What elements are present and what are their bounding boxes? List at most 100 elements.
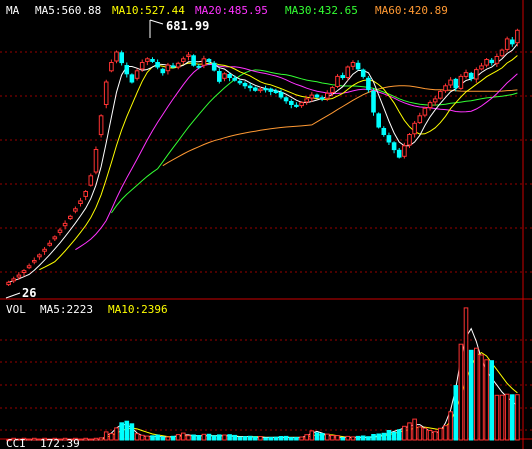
volume-bar xyxy=(134,433,140,441)
volume-bar xyxy=(448,411,453,441)
volume-bar xyxy=(83,437,89,441)
candle-body xyxy=(515,29,520,44)
volume-bar xyxy=(273,436,279,441)
candle-body xyxy=(371,90,376,113)
volume-bar xyxy=(278,436,284,441)
candle-body xyxy=(175,62,181,68)
candle-body xyxy=(170,65,176,68)
volume-bar xyxy=(325,433,330,441)
price-panel-label: MA xyxy=(6,4,20,17)
volume-bar xyxy=(438,427,443,441)
volume-bar xyxy=(129,423,135,441)
volume-bar xyxy=(93,437,99,441)
candle-body xyxy=(268,88,273,92)
candle-body xyxy=(360,69,366,77)
volume-bar xyxy=(386,430,392,441)
candle-body xyxy=(26,265,32,269)
candle-body xyxy=(186,54,191,57)
candle-body xyxy=(237,80,243,84)
volume-bar xyxy=(232,434,237,441)
volume-bar xyxy=(294,437,299,441)
volume-bar xyxy=(26,438,32,441)
volume-bar xyxy=(247,435,253,441)
chart-background xyxy=(0,0,532,449)
candle-body xyxy=(227,74,232,78)
candle-body xyxy=(355,62,361,70)
candle-body xyxy=(422,107,428,116)
volume-bar xyxy=(515,394,520,441)
volume-bar xyxy=(191,434,196,441)
candle-body xyxy=(206,59,212,62)
volume-bar xyxy=(510,394,515,441)
candle-body xyxy=(21,270,27,274)
volume-bar xyxy=(504,393,510,441)
candle-body xyxy=(150,59,155,62)
volume-bar xyxy=(196,435,202,441)
volume-bar xyxy=(253,436,258,441)
volume-bar xyxy=(124,420,130,441)
volume-bar xyxy=(283,435,289,441)
volume-bar xyxy=(443,425,448,441)
volume-bar xyxy=(494,394,500,441)
ma5-legend: MA5:560.88 xyxy=(35,4,101,17)
volume-bar xyxy=(319,433,325,441)
candle-body xyxy=(201,58,207,66)
volume-bar xyxy=(432,431,438,441)
candle-body xyxy=(299,102,304,107)
volume-bar xyxy=(175,434,181,441)
candle-body xyxy=(88,175,94,186)
candle-body xyxy=(42,248,47,252)
candle-body xyxy=(263,88,268,91)
volume-panel-label: VOL xyxy=(6,303,26,316)
candle-body xyxy=(129,74,135,83)
candle-body xyxy=(510,39,515,45)
volume-bar xyxy=(263,437,268,441)
volume-bar xyxy=(237,436,243,441)
candle-body xyxy=(11,278,16,282)
candle-body xyxy=(165,64,171,72)
volume-bar xyxy=(412,418,417,441)
candle-body xyxy=(396,149,402,158)
volume-bar xyxy=(458,343,464,441)
cci-value: 172.39 xyxy=(40,437,80,449)
volume-bar xyxy=(170,435,176,441)
volume-bar xyxy=(479,354,484,441)
volume-bar xyxy=(355,435,361,441)
candle-body xyxy=(427,102,433,108)
candle-body xyxy=(62,222,68,227)
candle-body xyxy=(489,59,494,64)
volume-bar xyxy=(227,434,232,441)
volume-bar xyxy=(391,431,397,441)
candle-body xyxy=(499,49,505,57)
volume-bar xyxy=(299,436,304,441)
volume-bar xyxy=(309,430,315,441)
volume-bar xyxy=(474,347,479,441)
volume-bar xyxy=(181,432,186,441)
volume-bar xyxy=(289,437,294,441)
stock-chart: MA MA5:560.88 MA10:527.44 MA20:485.95 MA… xyxy=(0,0,532,449)
candle-body xyxy=(350,62,356,67)
volume-bar xyxy=(376,433,381,441)
volume-bar xyxy=(145,435,150,441)
volume-bar xyxy=(160,436,166,441)
candle-body xyxy=(83,191,89,197)
candle-body xyxy=(98,115,104,136)
candle-body xyxy=(417,115,423,124)
volume-bar xyxy=(345,435,351,441)
candle-body xyxy=(391,142,397,151)
candle-body xyxy=(484,59,489,66)
volume-bar xyxy=(201,433,207,441)
volume-bar xyxy=(119,422,125,441)
candle-body xyxy=(474,69,479,80)
volume-bar xyxy=(371,434,376,441)
candle-body xyxy=(47,242,53,246)
candle-body xyxy=(381,128,387,135)
candle-body xyxy=(294,104,299,107)
volume-bar xyxy=(258,436,263,441)
low-price-label: 26 xyxy=(22,286,36,300)
candle-body xyxy=(93,149,99,173)
candle-body xyxy=(407,134,412,146)
candle-body xyxy=(68,215,73,220)
volume-bar xyxy=(366,436,371,441)
candle-body xyxy=(37,254,42,258)
